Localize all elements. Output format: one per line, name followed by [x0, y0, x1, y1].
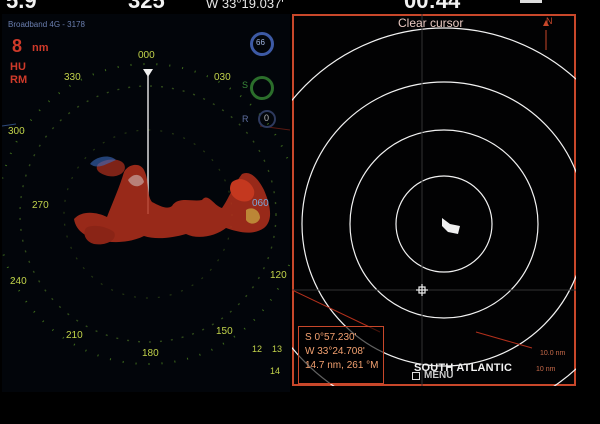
top-value-left: 5.9 — [6, 0, 37, 13]
scale-label-bottom: 10 nm — [536, 366, 556, 373]
top-longitude: W 33°19.037' — [206, 0, 284, 11]
radar-panel[interactable]: Broadband 4G - 3178 8 nm HU RM 000 330 0… — [2, 14, 290, 392]
bearing-label-150: 150 — [216, 326, 233, 337]
scale-label-top: 10.0 nm — [540, 350, 566, 357]
cursor-longitude: W 33°24.708' — [305, 346, 365, 357]
top-status-bar: 5.9 325 W 33°19.037' 00:44 — [0, 0, 600, 14]
own-vessel-icon — [442, 218, 460, 234]
bearing-label-300: 300 — [8, 126, 25, 137]
cursor-info-box: S 0°57.230' W 33°24.708' 14.7 nm, 261 °M — [298, 326, 384, 384]
bearing-label-210: 210 — [66, 330, 83, 341]
top-value-right: 00:44 — [404, 0, 461, 13]
sea-clutter-label: S — [242, 80, 249, 90]
bearing-label-060: 060 — [252, 198, 269, 209]
north-indicator: N — [546, 16, 553, 26]
ring-label-14: 14 — [270, 366, 281, 376]
clear-cursor-button[interactable]: Clear cursor — [398, 16, 463, 30]
menu-button[interactable]: MENU — [412, 369, 453, 382]
ring-label-12: 12 — [252, 344, 263, 354]
rain-clutter-value: 0 — [264, 113, 270, 123]
bearing-label-330: 330 — [64, 72, 81, 83]
range-unit: nm — [32, 42, 49, 54]
heading-marker-label: 000 — [138, 50, 155, 61]
rain-clutter-label: R — [242, 114, 249, 124]
bearing-label-240: 240 — [10, 276, 27, 287]
heading-marker-icon — [143, 69, 153, 77]
top-bar-icon[interactable] — [520, 0, 542, 3]
motion-mode[interactable]: RM — [10, 74, 27, 86]
cursor-latitude: S 0°57.230' — [305, 332, 357, 343]
cursor-crosshair-icon — [416, 284, 428, 296]
bearing-label-270: 270 — [32, 200, 49, 211]
bearing-label-180: 180 — [142, 348, 159, 359]
bearing-label-120: 120 — [270, 270, 287, 281]
cursor-range-bearing: 14.7 nm, 261 °M — [305, 360, 379, 371]
radar-source-label: Broadband 4G - 3178 — [8, 20, 85, 29]
menu-label: MENU — [424, 370, 454, 381]
range-value[interactable]: 8 — [12, 36, 22, 57]
bearing-label-030: 030 — [214, 72, 231, 83]
menu-icon — [412, 371, 420, 380]
sea-clutter-icon[interactable] — [250, 76, 274, 100]
gain-control-value: 66 — [256, 38, 265, 47]
ring-label-13: 13 — [272, 344, 283, 354]
top-value-center: 325 — [128, 0, 165, 13]
orientation-mode[interactable]: HU — [10, 61, 26, 73]
radar-echoes — [74, 156, 271, 245]
